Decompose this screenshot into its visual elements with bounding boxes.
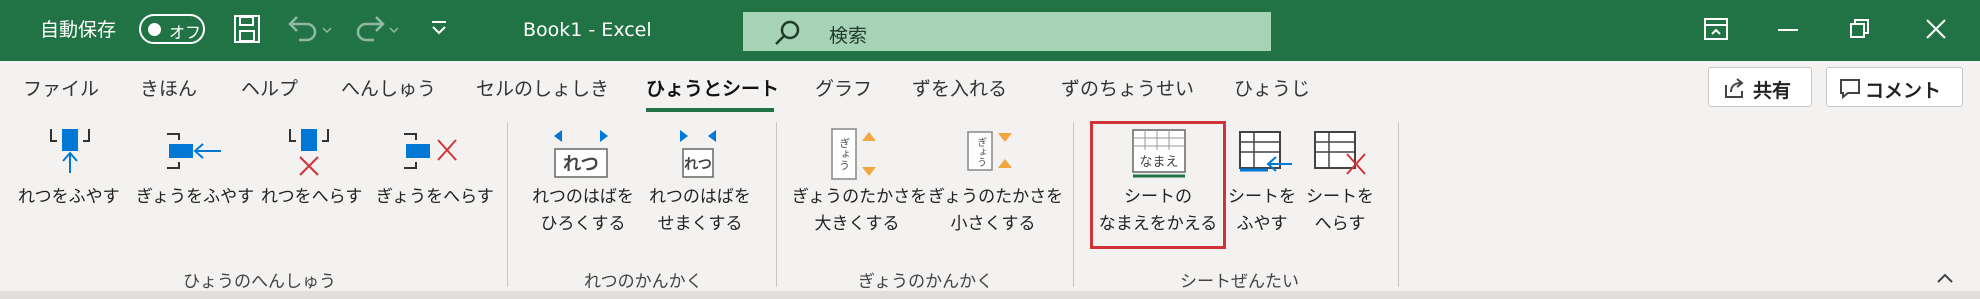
remove-sheet-label-2: へらす (1314, 214, 1366, 234)
search-box[interactable]: 検索 (743, 12, 1271, 51)
tab-figure-adjust[interactable]: ずのちょうせい (1061, 78, 1194, 100)
tab-cell-format[interactable]: セルのしょしき (476, 78, 609, 100)
redo-icon[interactable] (352, 14, 400, 44)
autosave-toggle[interactable]: オフ (139, 14, 205, 44)
shorter-row-icon[interactable]: ぎょう (966, 130, 1016, 172)
widen-column-icon-text: れつ (563, 154, 599, 175)
comment-icon (1840, 79, 1860, 100)
tab-table-sheet[interactable]: ひょうとシート (646, 78, 779, 100)
rename-sheet-label-2: なまえをかえる (1098, 214, 1218, 234)
autosave-label: 自動保存 (40, 19, 117, 41)
search-placeholder: 検索 (829, 25, 868, 47)
ribbon-bottom-border (0, 291, 1980, 299)
save-icon[interactable] (233, 14, 261, 44)
shorter-row-icon-text: ぎょう (975, 137, 986, 167)
add-sheet-label-1: シートを (1228, 187, 1296, 207)
group-label-row-spacing: ぎょうのかんかく (858, 272, 994, 292)
close-icon[interactable] (1925, 18, 1947, 40)
toggle-knob (148, 23, 161, 36)
share-label: 共有 (1753, 80, 1792, 102)
taller-row-icon-text: ぎょう (838, 137, 851, 170)
group-separator (776, 122, 777, 287)
group-label-sheet: シートぜんたい (1180, 272, 1299, 292)
delete-column-label: れつをへらす (261, 187, 363, 207)
remove-sheet-label-1: シートを (1306, 187, 1374, 207)
customize-toolbar-icon[interactable] (430, 20, 448, 36)
widen-column-label-2: ひろくする (540, 214, 626, 234)
taller-row-icon[interactable]: ぎょう (830, 127, 880, 181)
rename-sheet-label-1: シートの (1124, 187, 1192, 207)
tab-chart[interactable]: グラフ (815, 78, 872, 100)
narrow-column-label-1: れつのはばを (649, 187, 751, 207)
narrow-column-icon-text: れつ (684, 157, 712, 173)
tab-basic[interactable]: きほん (140, 78, 197, 100)
add-sheet-label-2: ふやす (1236, 214, 1288, 234)
taller-row-label-1: ぎょうのたかさを (792, 187, 928, 207)
insert-row-icon[interactable] (165, 130, 223, 172)
ribbon-tabs: ファイル きほん ヘルプ へんしゅう セルのしょしき ひょうとシート グラフ ず… (0, 61, 1980, 117)
group-separator (1073, 122, 1074, 287)
comment-button[interactable]: コメント (1826, 67, 1963, 107)
minimize-icon[interactable] (1778, 28, 1798, 32)
collapse-ribbon-icon[interactable] (1935, 271, 1955, 285)
shorter-row-label-2: 小さくする (950, 214, 1036, 234)
group-label-column-spacing: れつのかんかく (584, 272, 703, 292)
insert-row-label: ぎょうをふやす (136, 187, 255, 207)
taller-row-label-2: 大きくする (814, 214, 900, 234)
tab-insert-figure[interactable]: ずを入れる (912, 78, 1007, 100)
tab-view[interactable]: ひょうじ (1234, 78, 1310, 100)
insert-column-icon[interactable] (47, 127, 93, 175)
document-title: Book1 - Excel (523, 19, 652, 41)
undo-icon[interactable] (285, 14, 333, 44)
tab-file[interactable]: ファイル (23, 78, 99, 100)
active-tab-indicator (646, 108, 774, 112)
shorter-row-label-1: ぎょうのたかさを (928, 187, 1064, 207)
comment-label: コメント (1865, 80, 1942, 102)
group-separator (507, 122, 508, 287)
ribbon-display-options-icon[interactable] (1703, 16, 1729, 42)
widen-column-label-1: れつのはばを (532, 187, 634, 207)
remove-sheet-icon[interactable] (1313, 130, 1369, 178)
autosave-state: オフ (169, 23, 202, 42)
share-button[interactable]: 共有 (1708, 67, 1812, 107)
widen-column-icon[interactable]: れつ (552, 127, 610, 181)
delete-row-label: ぎょうをへらす (376, 187, 494, 207)
narrow-column-icon[interactable]: れつ (676, 127, 720, 181)
insert-column-label: れつをふやす (18, 187, 120, 207)
group-separator (1398, 122, 1399, 287)
add-sheet-icon[interactable] (1238, 130, 1294, 178)
narrow-column-label-2: せまくする (657, 214, 743, 234)
delete-column-icon[interactable] (286, 127, 332, 177)
restore-icon[interactable] (1849, 18, 1871, 40)
tab-help[interactable]: ヘルプ (241, 78, 298, 100)
title-bar: 自動保存 オフ Book1 - Excel 検索 (0, 0, 1980, 61)
share-icon (1725, 78, 1744, 98)
search-icon (775, 20, 800, 45)
group-label-edit: ひょうのへんしゅう (183, 272, 336, 292)
tab-edit[interactable]: へんしゅう (341, 78, 436, 100)
delete-row-icon[interactable] (402, 130, 460, 172)
